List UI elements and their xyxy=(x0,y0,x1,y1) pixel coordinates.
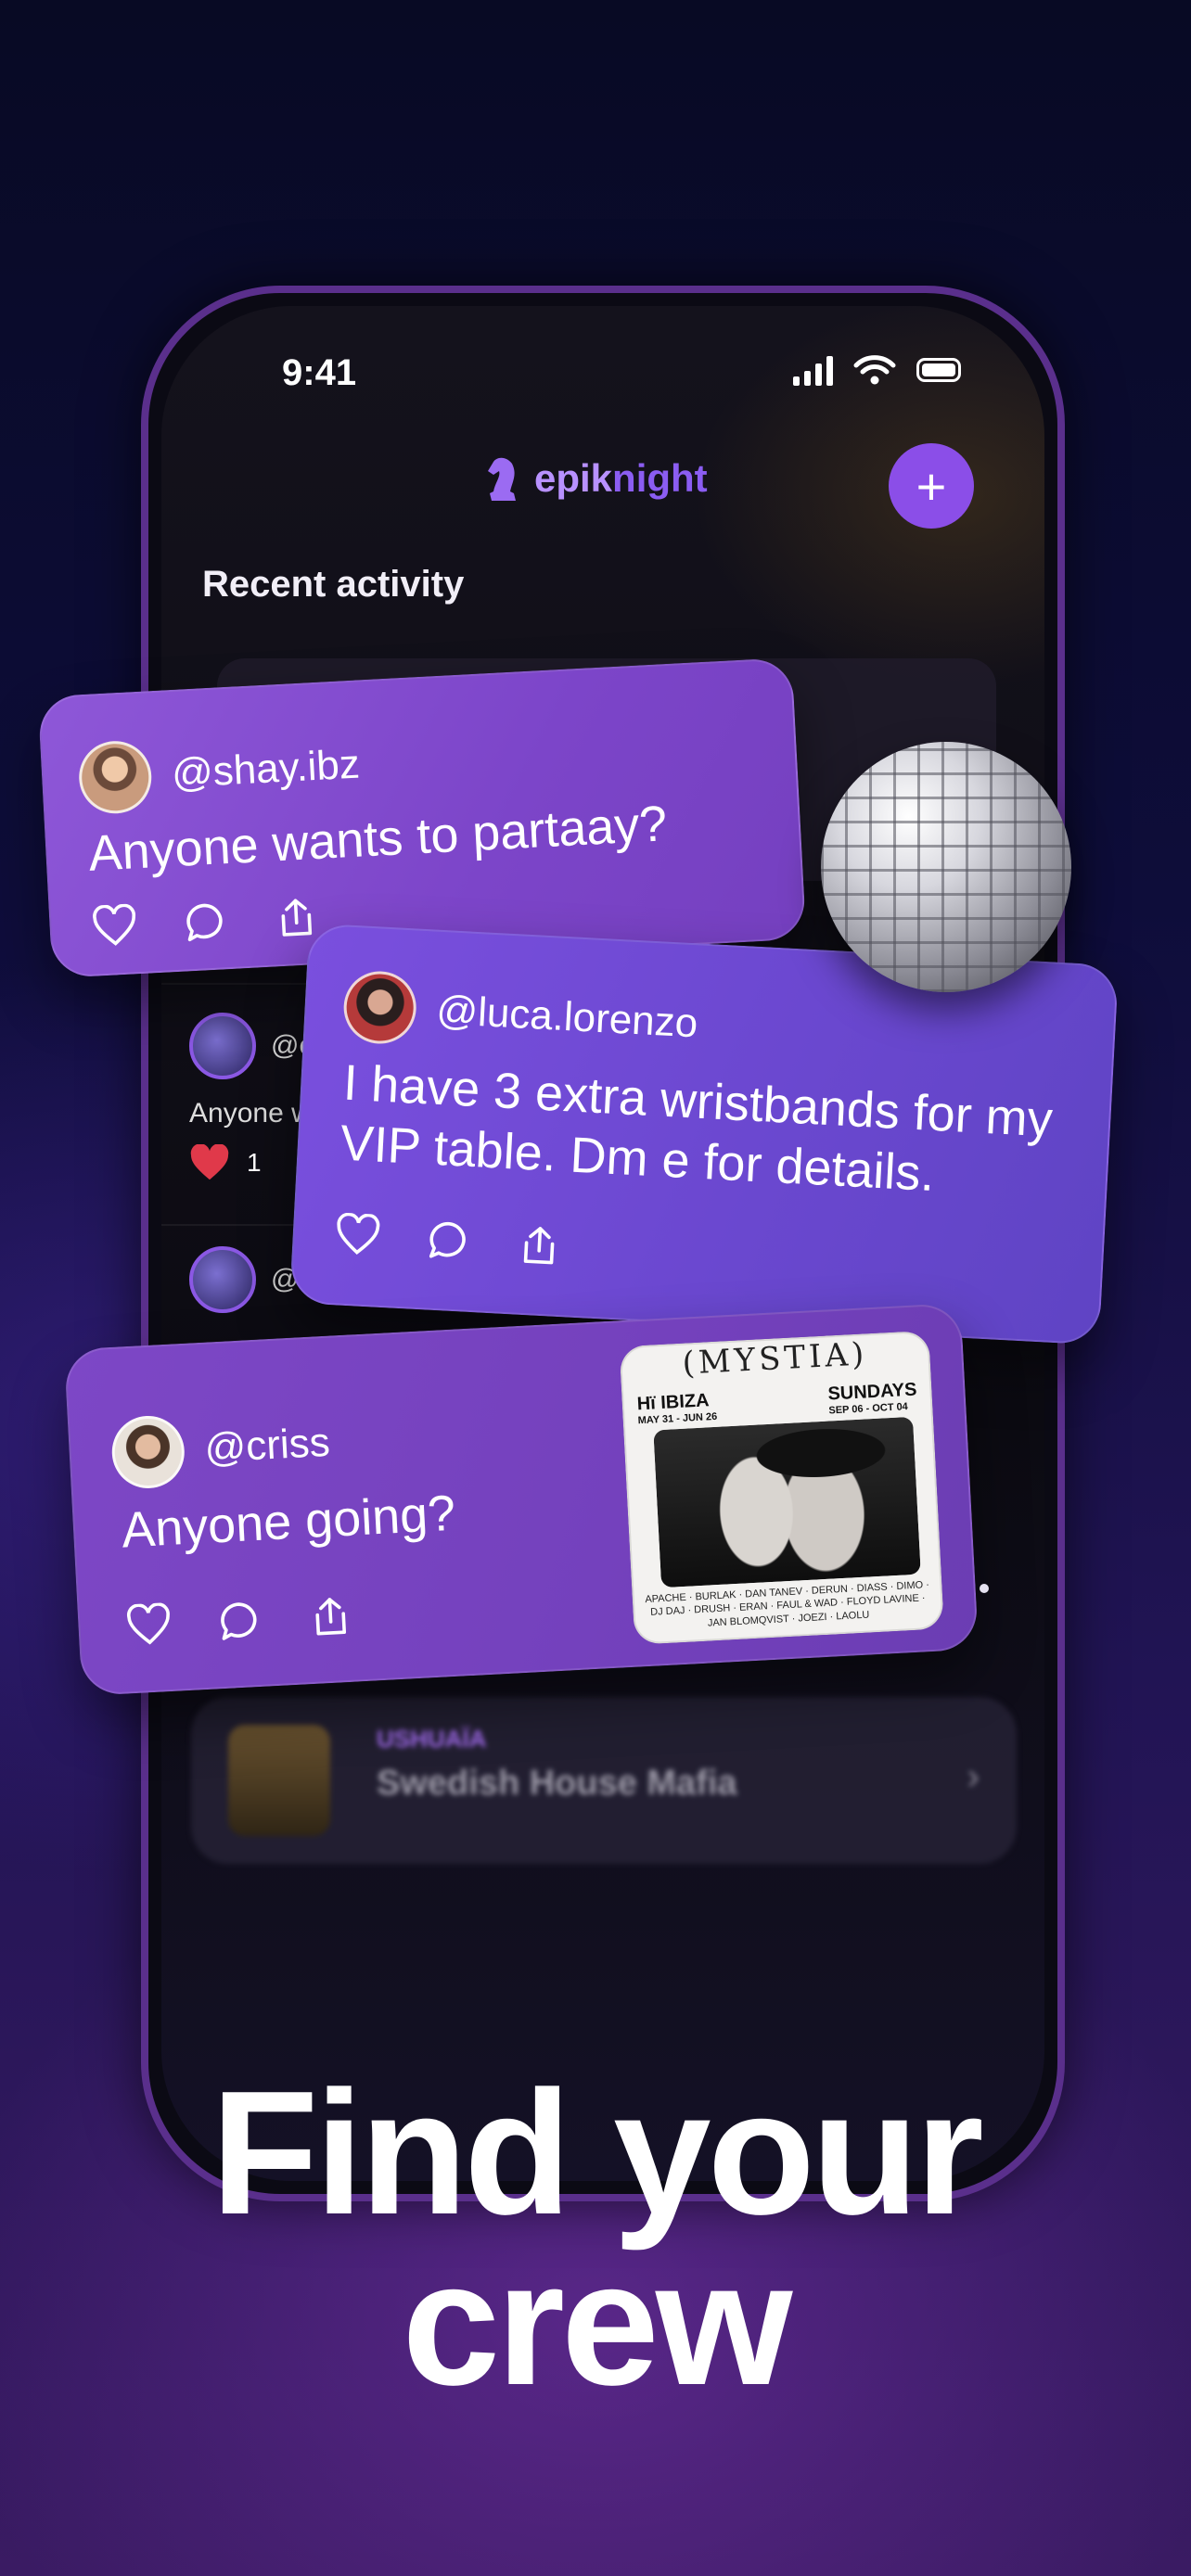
comment-icon[interactable] xyxy=(425,1218,471,1264)
pagination-dot xyxy=(980,1584,989,1593)
event-venue: USHUAÏA xyxy=(377,1725,487,1753)
poster-title: (MYSTIA) xyxy=(681,1335,869,1383)
heart-icon[interactable] xyxy=(335,1212,381,1258)
plus-icon: + xyxy=(916,456,947,516)
wifi-icon xyxy=(853,355,896,385)
poster-venue: Hï IBIZA MAY 31 - JUN 26 xyxy=(636,1390,717,1426)
heart-icon[interactable] xyxy=(125,1602,172,1649)
create-post-button[interactable]: + xyxy=(889,443,974,529)
post-handle: @luca.lorenzo xyxy=(435,987,699,1047)
section-title: Recent activity xyxy=(202,564,465,605)
disco-ball-decoration xyxy=(821,742,1071,992)
avatar xyxy=(189,1013,256,1079)
hero-line-2: crew xyxy=(402,2225,792,2423)
poster-photo xyxy=(653,1416,921,1588)
logo-text-epik: epik xyxy=(534,456,613,500)
heart-icon[interactable] xyxy=(91,903,137,950)
event-poster-image[interactable]: (MYSTIA) Hï IBIZA MAY 31 - JUN 26 SUNDAY… xyxy=(619,1330,944,1645)
post-message: I have 3 extra wristbands for my VIP tab… xyxy=(339,1054,1055,1202)
avatar xyxy=(77,739,154,816)
battery-icon xyxy=(916,358,961,382)
post-text: Anyone w xyxy=(189,1098,312,1129)
heart-icon[interactable] xyxy=(189,1144,230,1181)
knight-logo-icon xyxy=(488,457,516,501)
status-time: 9:41 xyxy=(282,352,357,393)
poster-day: SUNDAYS SEP 06 - OCT 04 xyxy=(827,1380,918,1417)
post-card[interactable]: @luca.lorenzo I have 3 extra wristbands … xyxy=(288,923,1120,1345)
signal-icon xyxy=(793,354,833,386)
avatar xyxy=(189,1246,256,1313)
comment-icon[interactable] xyxy=(216,1598,263,1644)
event-title: Swedish House Mafia xyxy=(377,1764,737,1803)
comment-icon[interactable] xyxy=(182,899,228,945)
chevron-right-icon: › xyxy=(967,1756,980,1797)
share-icon[interactable] xyxy=(307,1593,353,1639)
logo-text-night: night xyxy=(612,456,708,500)
hero-headline: Find your crew xyxy=(0,2055,1191,2423)
post-handle: @shay.ibz xyxy=(170,741,361,797)
post-message: Anyone going? xyxy=(120,1485,457,1559)
event-card[interactable]: USHUAÏA Swedish House Mafia › xyxy=(191,1697,1017,1864)
post-card[interactable]: @criss Anyone going? (MYSTIA) Hï IBIZA M… xyxy=(63,1302,980,1697)
post-handle: @criss xyxy=(203,1419,331,1472)
poster-lineup: APACHE · BURLAK · DAN TANEV · DERUN · DI… xyxy=(645,1579,930,1629)
app-logo: epiknight xyxy=(484,454,708,503)
avatar xyxy=(341,969,418,1046)
event-thumbnail xyxy=(228,1725,330,1836)
share-icon[interactable] xyxy=(273,894,319,940)
like-count: 1 xyxy=(247,1148,262,1177)
status-icons xyxy=(793,354,961,386)
avatar xyxy=(109,1413,186,1490)
share-icon[interactable] xyxy=(516,1222,562,1269)
hero-line-1: Find your xyxy=(211,2055,983,2251)
